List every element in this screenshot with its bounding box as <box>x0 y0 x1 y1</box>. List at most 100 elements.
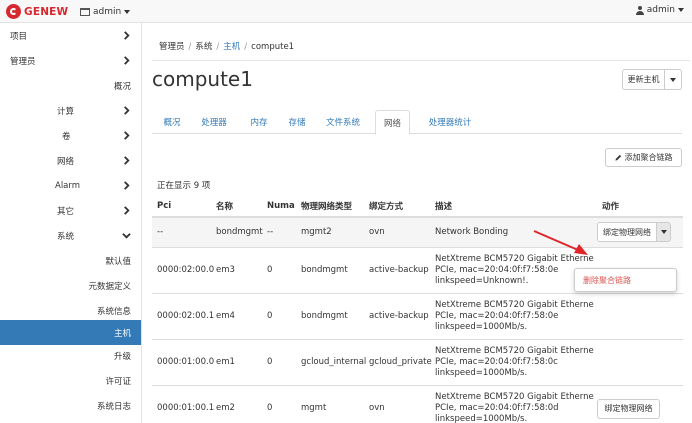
cell-pci: 0000:02:00.1 <box>152 292 214 339</box>
sidebar-item-label: 系统 <box>57 231 75 242</box>
tab-filesystem[interactable]: 文件系统 <box>320 110 366 134</box>
caret-down-icon <box>678 8 684 12</box>
action-dropdown-menu: 删除聚合链路 <box>574 268 677 292</box>
network-interfaces-table: Pci 名称 Numa 物理网络类型 绑定方式 描述 动作 -- bondmgm… <box>152 196 683 423</box>
sidebar-item-volumes[interactable]: 卷 <box>0 123 141 148</box>
bind-physical-network-button[interactable]: 绑定物理网络 <box>597 398 660 419</box>
sidebar-item-label: 项目 <box>10 31 28 42</box>
user-label: admin <box>646 5 675 15</box>
tab-overview[interactable]: 概况 <box>152 110 192 134</box>
add-aggregate-link-button[interactable]: 添加聚合链路 <box>605 148 682 167</box>
column-header: 动作 <box>597 196 683 218</box>
sidebar-item-hosts[interactable]: 主机 <box>0 320 141 345</box>
breadcrumb-item: 管理员 <box>159 42 185 52</box>
cell-name: em3 <box>211 246 262 293</box>
sidebar-item-label: 元数据定义 <box>88 281 131 292</box>
tab-network[interactable]: 网络 <box>375 110 410 135</box>
desc-line: Network Bonding <box>435 226 509 237</box>
sidebar-item-project[interactable]: 项目 <box>0 23 141 48</box>
cell-name: bondmgmt <box>211 216 263 247</box>
top-navbar: GENEW admin admin <box>0 0 692 23</box>
desc-line: linkspeed=1000Mb/s. <box>435 321 528 332</box>
tab-memory[interactable]: 内存 <box>242 110 276 134</box>
cell-description: NetXtreme BCM5720 Gigabit Etherne PCIe, … <box>430 338 597 385</box>
brand-name: GENEW <box>24 5 69 18</box>
sidebar-item-other[interactable]: 其它 <box>0 198 141 223</box>
cell-pci: 0000:02:00.0 <box>152 246 214 293</box>
breadcrumb-separator: / <box>244 42 248 52</box>
cell-numa: 0 <box>262 384 296 423</box>
host-detail-tabs: 概况 处理器 内存 存储 文件系统 网络 处理器统计 <box>152 110 682 135</box>
window-icon <box>80 7 90 16</box>
brand-logo[interactable]: GENEW <box>6 4 68 19</box>
bind-network-split-button: 绑定物理网络 <box>597 222 671 242</box>
delete-aggregate-link-item[interactable]: 删除聚合链路 <box>583 275 631 286</box>
breadcrumb-separator: / <box>188 42 192 52</box>
sidebar-item-label: 其它 <box>57 206 75 217</box>
sidebar-item-license[interactable]: 许可证 <box>0 368 141 393</box>
breadcrumb-item: 系统 <box>195 42 213 52</box>
sidebar-item-system[interactable]: 系统 <box>0 223 141 248</box>
cell-action: 绑定物理网络 <box>597 216 683 247</box>
tab-processor[interactable]: 处理器 <box>194 110 234 134</box>
sidebar-item-admin[interactable]: 管理员 <box>0 48 141 73</box>
tab-processor-stats[interactable]: 处理器统计 <box>417 110 483 134</box>
sidebar-item-label: 许可证 <box>105 376 131 387</box>
cell-bind-mode: ovn <box>364 216 430 247</box>
update-host-split-button: 更新主机 <box>622 69 682 90</box>
sidebar-item-overview[interactable]: 概况 <box>0 73 141 98</box>
cell-net-type: bondmgmt <box>296 292 364 339</box>
bind-physical-network-button[interactable]: 绑定物理网络 <box>597 222 657 242</box>
sidebar-item-metadata[interactable]: 元数据定义 <box>0 273 141 298</box>
sidebar-item-network[interactable]: 网络 <box>0 148 141 173</box>
chevron-right-icon <box>124 181 130 190</box>
breadcrumb: 管理员 / 系统 / 主机 / compute1 <box>159 40 294 52</box>
desc-line: NetXtreme BCM5720 Gigabit Etherne <box>435 391 594 402</box>
project-switcher[interactable]: admin <box>80 5 131 18</box>
chevron-right-icon <box>124 31 130 40</box>
sidebar-item-label: 主机 <box>113 328 131 339</box>
chevron-right-icon <box>124 131 130 140</box>
cell-bind-mode: ovn <box>364 384 430 423</box>
tab-storage[interactable]: 存储 <box>280 110 314 134</box>
desc-line: linkspeed=1000Mb/s. <box>435 367 528 378</box>
cell-name: em2 <box>211 384 262 423</box>
cell-pci: 0000:01:00.1 <box>152 384 214 423</box>
action-dropdown-toggle[interactable] <box>657 222 671 242</box>
desc-line: PCIe, mac=20:04:0f:f7:58:0e <box>435 310 559 321</box>
cell-pci: 0000:01:00.0 <box>152 338 214 385</box>
caret-down-icon <box>124 9 131 14</box>
cell-name: em4 <box>211 292 262 339</box>
sidebar-item-label: 概况 <box>113 81 131 92</box>
sidebar-item-alarm[interactable]: Alarm <box>0 173 141 198</box>
desc-line: NetXtreme BCM5720 Gigabit Etherne <box>435 299 594 310</box>
cell-bind-mode: active-backup <box>364 246 430 293</box>
update-host-button[interactable]: 更新主机 <box>622 69 665 90</box>
sidebar-item-defaults[interactable]: 默认值 <box>0 248 141 273</box>
sidebar-item-label: 管理员 <box>10 56 36 67</box>
cell-pci: -- <box>152 216 211 247</box>
cell-action: 绑定物理网络 <box>597 384 683 423</box>
cell-description: Network Bonding <box>430 216 597 247</box>
cell-bind-mode: active-backup <box>364 292 430 339</box>
column-header: Numa <box>262 196 296 218</box>
column-header: 描述 <box>430 196 597 218</box>
page-title: compute1 <box>152 67 253 91</box>
sidebar-item-label: 网络 <box>57 156 75 167</box>
main-content: 管理员 / 系统 / 主机 / compute1 compute1 更新主机 概况 处理器 … <box>142 23 692 423</box>
cell-action <box>597 338 683 385</box>
sidebar-item-label: 默认值 <box>105 256 131 267</box>
cell-description: NetXtreme BCM5720 Gigabit Etherne PCIe, … <box>430 292 597 339</box>
cell-net-type: bondmgmt <box>296 246 364 293</box>
update-host-dropdown-toggle[interactable] <box>665 69 682 90</box>
breadcrumb-link-hosts[interactable]: 主机 <box>223 42 240 52</box>
table-row: -- bondmgmt -- mgmt2 ovn Network Bonding… <box>152 216 683 247</box>
desc-line: PCIe, mac=20:04:0f:f7:58:0d <box>435 402 559 413</box>
sidebar-item-label: Alarm <box>55 180 81 191</box>
sidebar-item-upgrade[interactable]: 升级 <box>0 343 141 368</box>
column-header: 名称 <box>211 196 262 218</box>
pencil-icon <box>614 154 621 161</box>
sidebar-item-syslog[interactable]: 系统日志 <box>0 393 141 418</box>
sidebar-item-compute[interactable]: 计算 <box>0 98 141 123</box>
user-menu[interactable]: admin <box>635 5 684 15</box>
